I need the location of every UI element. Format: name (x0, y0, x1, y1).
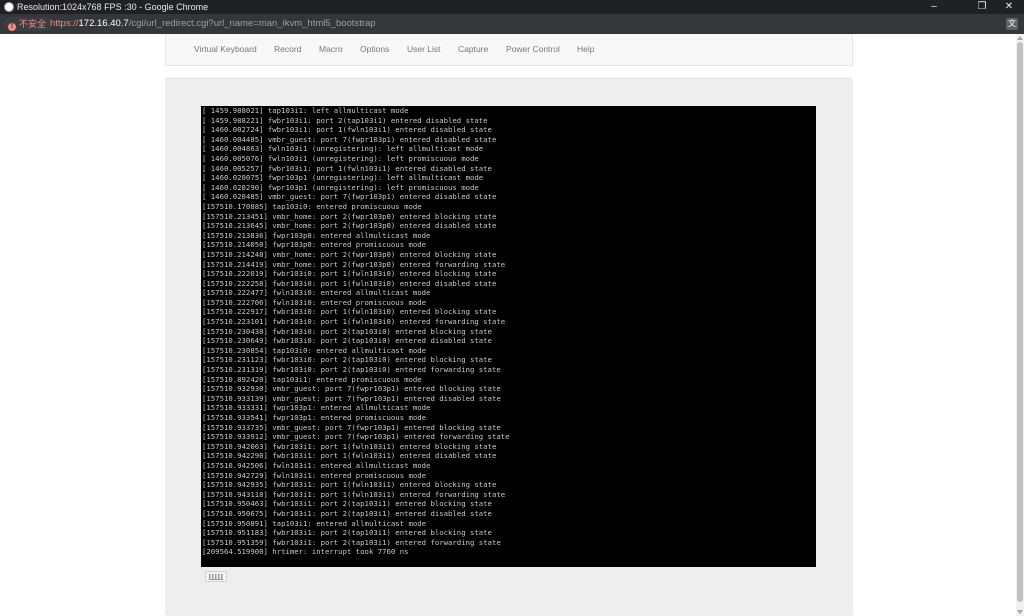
keyboard-icon (209, 574, 223, 580)
console-line: [157510.943118] fwbr103i1: port 1(fwln10… (202, 489, 506, 499)
console-line: [157510.214248] vmbr_home: port 2(fwpr10… (202, 249, 497, 259)
console-line: [ 1460.002724] fwbr103i1: port 1(fwln103… (202, 125, 492, 135)
address-bar: ! 不安全 https://172.16.40.7/cgi/url_redirec… (0, 14, 1024, 34)
console-line: [157510.942729] fwln103i1: entered promi… (202, 470, 427, 480)
ikvm-navbar: Virtual Keyboard Record Macro Options Us… (165, 34, 853, 66)
console-line: [157510.170885] tap103i0: entered promis… (202, 201, 422, 211)
console-line: [157510.892420] tap103i1: entered promis… (202, 374, 422, 384)
console-line: [157510.222706] fwln103i0: entered promi… (202, 297, 427, 307)
scroll-up-arrow-icon[interactable] (1017, 36, 1023, 40)
warning-icon: ! (8, 23, 16, 31)
chrome-app-icon (4, 2, 14, 12)
console-line: [ 1460.005076] fwln103i1 (unregistering)… (202, 153, 479, 163)
console-line: [157510.213836] fwpr103p0: entered allmu… (202, 230, 431, 240)
security-indicator[interactable]: ! 不安全 (4, 17, 53, 31)
console-output: [ 1459.988021] tap103i1: left allmultica… (202, 106, 510, 557)
url-scheme: https:// (50, 18, 79, 29)
console-line: [157510.950891] tap103i1: entered allmul… (202, 518, 427, 528)
translate-icon[interactable]: 文 (1006, 18, 1018, 30)
console-line: [157510.231123] fwbr103i0: port 2(tap103… (202, 355, 492, 365)
url-field[interactable]: https://172.16.40.7/cgi/url_redirect.cgi… (50, 14, 376, 34)
nav-options[interactable]: Options (360, 34, 389, 65)
console-line: [157510.213645] vmbr_home: port 2(fwpr10… (202, 221, 497, 231)
nav-power-control[interactable]: Power Control (506, 34, 560, 65)
console-line: [ 1459.988221] fwbr103i1: port 2(tap103i… (202, 115, 488, 125)
console-line: [157510.933735] vmbr_guest: port 7(fwpr1… (202, 422, 501, 432)
minimize-button[interactable]: – (919, 0, 949, 14)
page-scrollbar[interactable] (1016, 34, 1024, 616)
nav-record[interactable]: Record (274, 34, 301, 65)
console-line: [157510.222258] fwbr103i0: port 1(fwln10… (202, 278, 497, 288)
console-line: [157510.933541] fwpr103p1: entered promi… (202, 413, 427, 422)
console-line: [157510.942290] fwbr103i1: port 1(fwln10… (202, 451, 497, 461)
console-line: [157510.214050] fwpr103p0: entered promi… (202, 240, 427, 250)
console-line: [157510.214419] vmbr_home: port 2(fwpr10… (202, 259, 506, 269)
console-line: [157510.933139] vmbr_guest: port 7(fwpr1… (202, 393, 501, 403)
nav-virtual-keyboard[interactable]: Virtual Keyboard (194, 34, 257, 65)
console-line: [157510.222477] fwln103i0: entered allmu… (202, 288, 431, 298)
console-line: [157510.951359] fwbr103i1: port 2(tap103… (202, 537, 501, 547)
security-label: 不安全 (19, 19, 47, 29)
close-button[interactable]: ✕ (994, 0, 1024, 14)
nav-help[interactable]: Help (577, 34, 594, 65)
console-line: [157510.950463] fwbr103i1: port 2(tap103… (202, 499, 492, 509)
console-line: [157510.230649] fwbr103i0: port 2(tap103… (202, 336, 492, 346)
console-line: [157510.950675] fwbr103i1: port 2(tap103… (202, 508, 492, 518)
window-title: Resolution:1024x768 FPS :30 - Google Chr… (17, 2, 209, 12)
restore-button[interactable]: ❐ (967, 0, 997, 14)
console-line: [157510.222019] fwbr103i0: port 1(fwln10… (202, 269, 497, 279)
console-line: [157510.230854] tap103i0: entered allmul… (202, 345, 427, 355)
console-line: [157510.942506] fwln103i1: entered allmu… (202, 460, 431, 470)
console-line: [157510.223101] fwbr103i0: port 1(fwln10… (202, 317, 506, 327)
kvm-panel: [ 1459.988021] tap103i1: left allmultica… (165, 77, 853, 616)
scroll-down-arrow-icon[interactable] (1017, 610, 1023, 614)
remote-console-screen[interactable]: [ 1459.988021] tap103i1: left allmultica… (201, 106, 816, 567)
scrollbar-thumb[interactable] (1017, 42, 1023, 602)
console-line: [ 1460.005257] fwbr103i1: port 1(fwln103… (202, 163, 492, 173)
console-line: [157510.230438] fwbr103i0: port 2(tap103… (202, 326, 492, 336)
nav-user-list[interactable]: User List (407, 34, 441, 65)
console-line: [157510.942935] fwbr103i1: port 1(fwln10… (202, 480, 497, 490)
console-line: [157510.222917] fwbr103i0: port 1(fwln10… (202, 307, 497, 317)
url-path: /cgi/url_redirect.cgi?url_name=man_ikvm_… (128, 18, 376, 29)
console-line: [ 1460.004485] vmbr_guest: port 7(fwpr10… (202, 134, 497, 144)
page-content: Virtual Keyboard Record Macro Options Us… (0, 34, 1016, 616)
window-title-bar: Resolution:1024x768 FPS :30 - Google Chr… (0, 0, 1024, 14)
console-line: [157510.933331] fwpr103p1: entered allmu… (202, 403, 431, 413)
console-line: [157510.942063] fwbr103i1: port 1(fwln10… (202, 441, 497, 451)
console-line: [ 1460.020075] fwpr103p1 (unregistering)… (202, 173, 484, 183)
console-line: [157510.933912] vmbr_guest: port 7(fwpr1… (202, 432, 510, 442)
url-host: 172.16.40.7 (78, 18, 129, 29)
console-line: [ 1459.988021] tap103i1: left allmultica… (202, 106, 409, 115)
console-line: [157510.213451] vmbr_home: port 2(fwpr10… (202, 211, 497, 221)
console-line: [157510.951183] fwbr103i1: port 2(tap103… (202, 528, 492, 538)
keyboard-button[interactable] (205, 571, 227, 582)
console-line: [ 1460.020290] fwpr103p1 (unregistering)… (202, 182, 479, 192)
nav-macro[interactable]: Macro (319, 34, 343, 65)
console-line: [ 1460.020485] vmbr_guest: port 7(fwpr10… (202, 192, 497, 202)
console-line: [157510.932930] vmbr_guest: port 7(fwpr1… (202, 384, 501, 394)
console-line: [209564.519900] hrtimer: interrupt took … (202, 547, 409, 557)
nav-capture[interactable]: Capture (458, 34, 488, 65)
console-line: [157510.231319] fwbr103i0: port 2(tap103… (202, 365, 501, 375)
console-line: [ 1460.004863] fwln103i1 (unregistering)… (202, 144, 484, 154)
